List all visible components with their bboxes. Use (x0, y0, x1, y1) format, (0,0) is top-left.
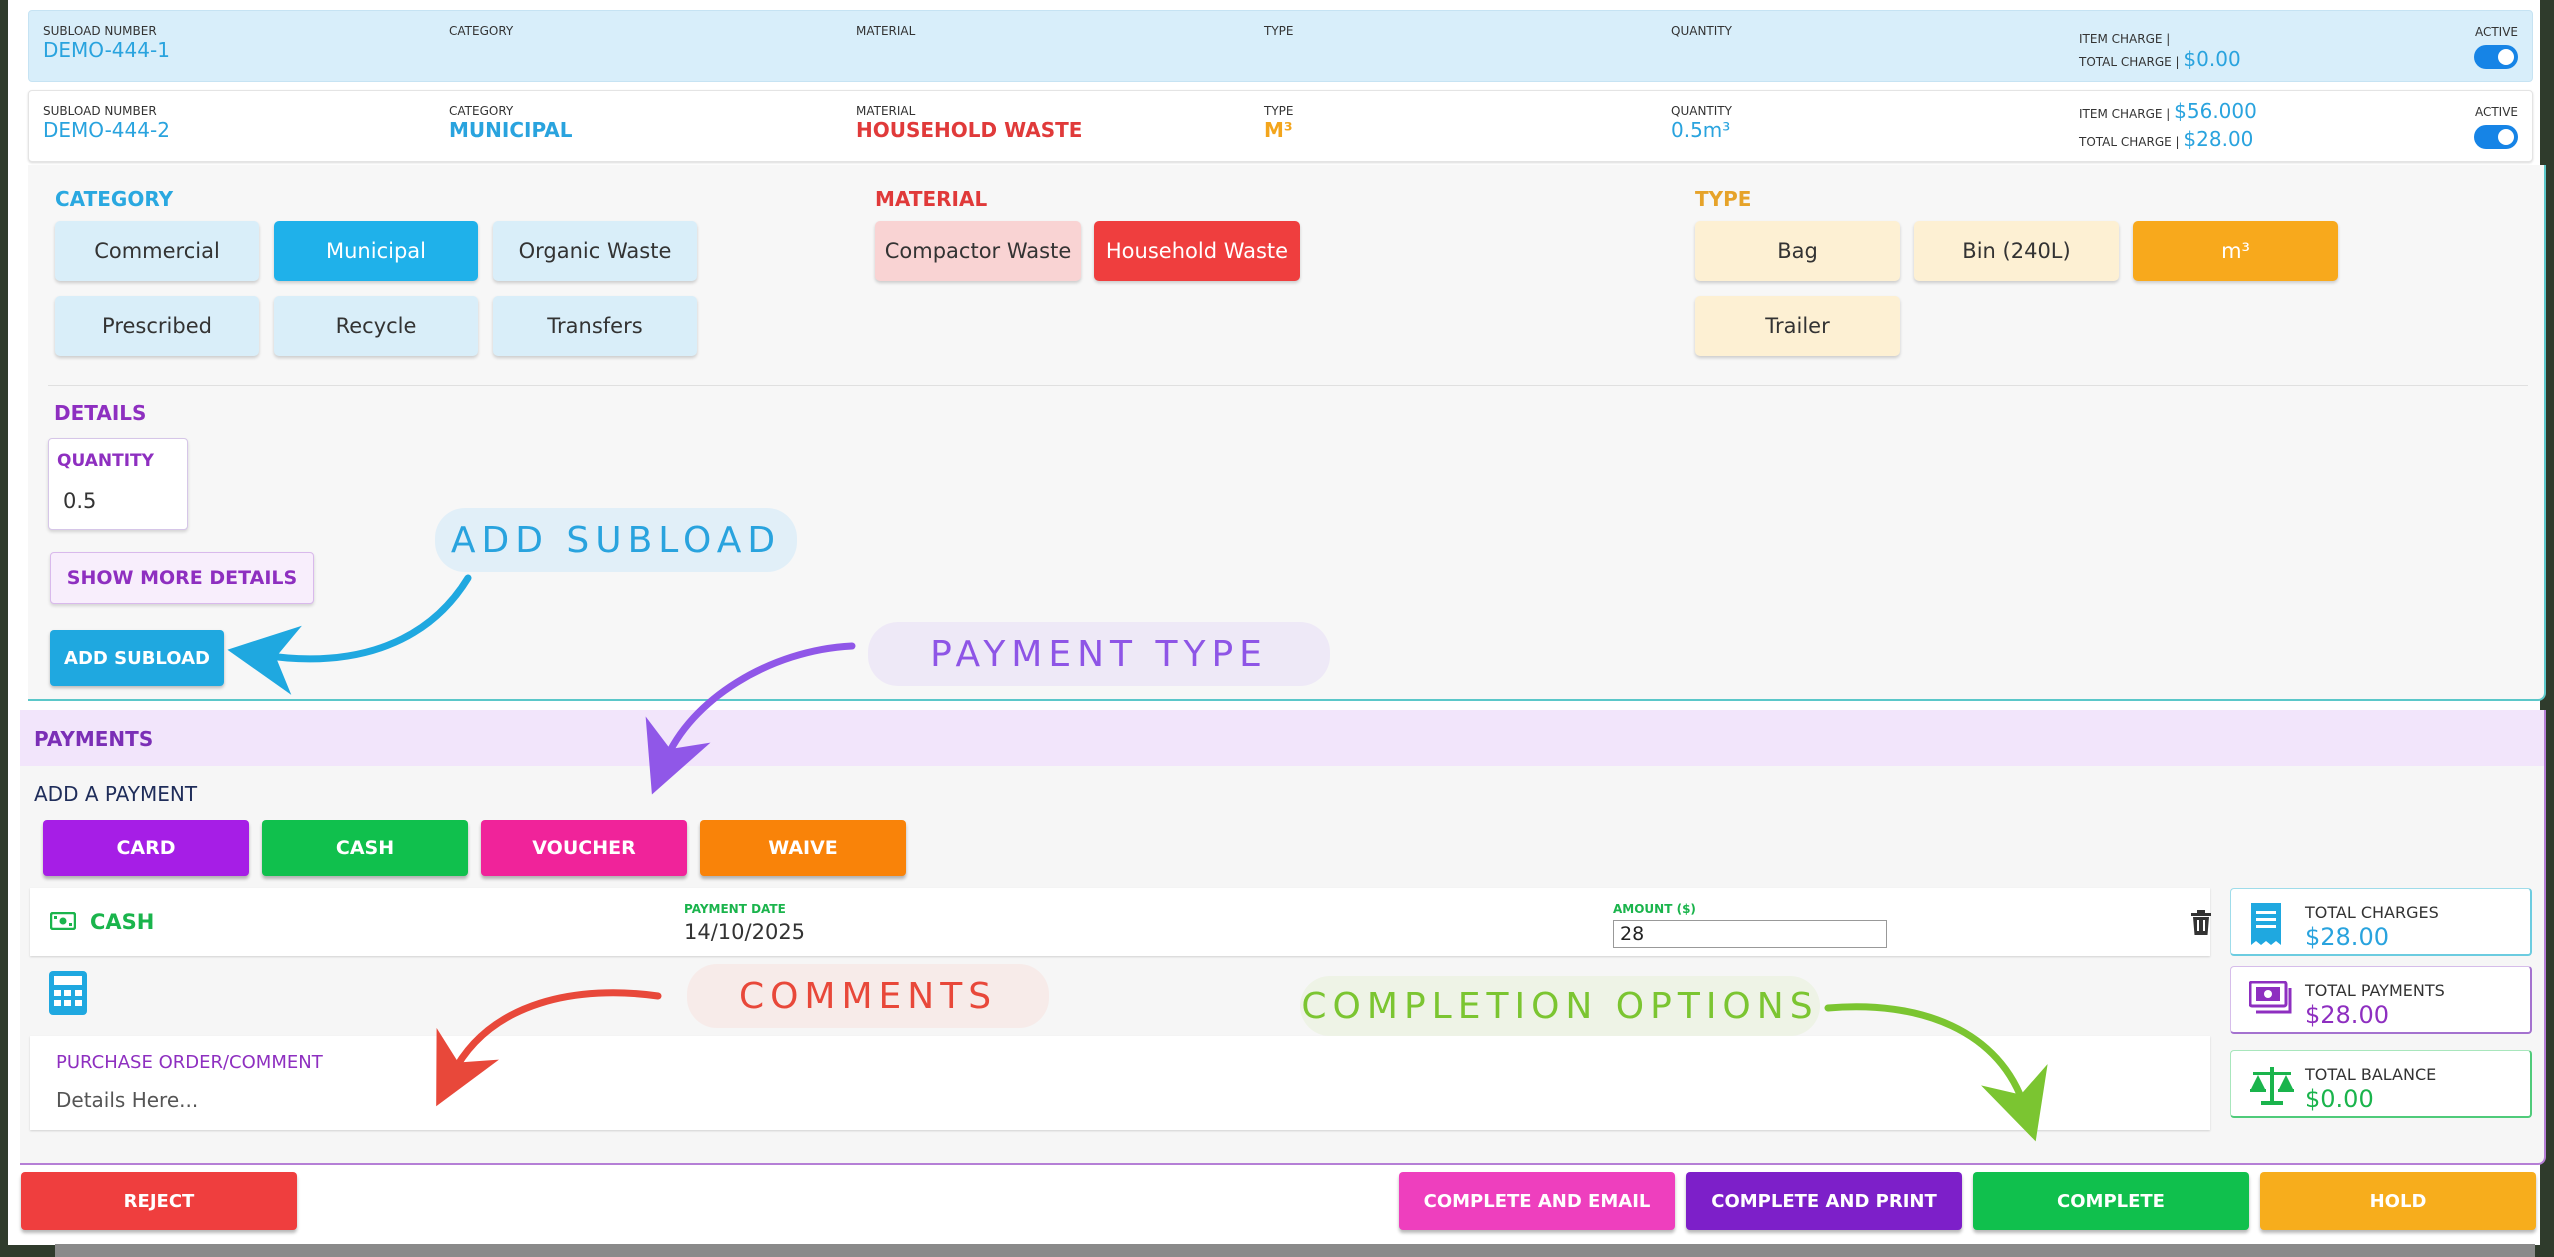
arrow-add-subload (227, 574, 472, 695)
arrow-payment-type (645, 642, 856, 795)
annotation-arrows (227, 574, 2048, 1142)
arrow-comments (436, 989, 662, 1107)
arrow-completion-options (1824, 1003, 2048, 1142)
